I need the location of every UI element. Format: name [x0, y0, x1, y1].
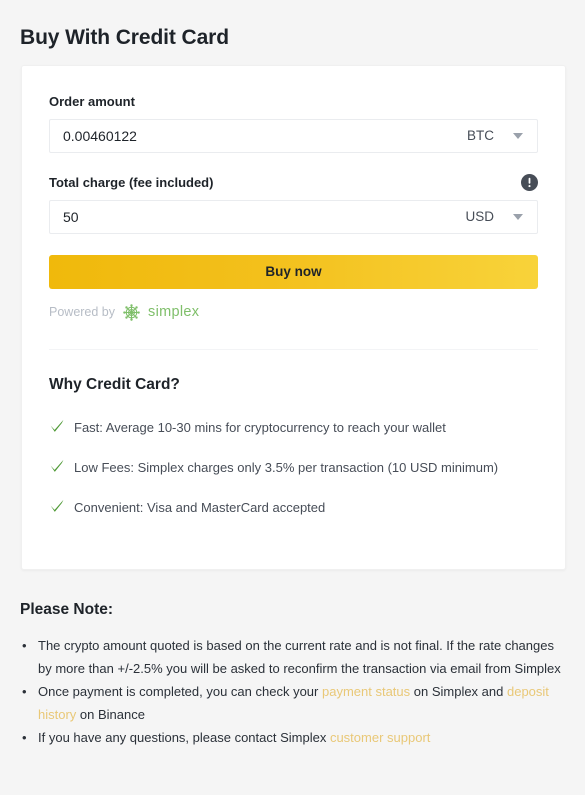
note-list-item: Once payment is completed, you can check… — [22, 680, 568, 726]
chevron-down-icon[interactable] — [513, 133, 523, 139]
buy-now-button[interactable]: Buy now — [49, 255, 538, 289]
order-amount-currency-label: BTC — [467, 128, 494, 143]
order-amount-currency-select[interactable]: BTC — [467, 128, 537, 144]
buy-with-credit-card-page: Buy With Credit Card Order amount BTC To… — [0, 0, 585, 795]
note-text: on Simplex and — [410, 684, 507, 699]
benefit-item: Convenient: Visa and MasterCard accepted — [49, 499, 538, 516]
powered-by-row: Powered by simplex — [49, 302, 538, 322]
note-text: on Binance — [76, 707, 145, 722]
why-credit-card-title: Why Credit Card? — [49, 376, 180, 393]
total-charge-currency-label: USD — [465, 209, 494, 224]
simplex-logo-icon — [122, 303, 141, 322]
benefit-text: Low Fees: Simplex charges only 3.5% per … — [74, 460, 499, 475]
note-list-item: The crypto amount quoted is based on the… — [22, 634, 568, 680]
order-amount-field[interactable]: BTC — [49, 119, 538, 153]
note-link[interactable]: customer support — [330, 730, 430, 745]
order-amount-label-row: Order amount — [49, 94, 538, 110]
page-title: Buy With Credit Card — [20, 26, 229, 50]
benefit-item: Low Fees: Simplex charges only 3.5% per … — [49, 459, 538, 476]
note-text: The crypto amount quoted is based on the… — [38, 638, 561, 676]
check-icon — [49, 419, 65, 434]
purchase-card: Order amount BTC Total charge (fee inclu… — [21, 65, 566, 570]
total-charge-label-row: Total charge (fee included) — [49, 174, 538, 191]
benefit-text: Convenient: Visa and MasterCard accepted — [74, 500, 326, 515]
check-icon — [49, 499, 65, 514]
benefit-text: Fast: Average 10-30 mins for cryptocurre… — [74, 420, 446, 435]
total-charge-currency-select[interactable]: USD — [465, 209, 537, 225]
order-amount-input[interactable] — [50, 120, 467, 152]
note-text: Once payment is completed, you can check… — [38, 684, 322, 699]
please-note-section: Please Note: The crypto amount quoted is… — [20, 600, 568, 749]
total-charge-field[interactable]: USD — [49, 200, 538, 234]
order-amount-label: Order amount — [49, 94, 135, 109]
info-icon[interactable] — [521, 174, 538, 191]
total-charge-input[interactable] — [50, 201, 466, 233]
note-list-item: If you have any questions, please contac… — [22, 726, 568, 749]
simplex-wordmark: simplex — [148, 304, 200, 320]
card-content: Order amount BTC Total charge (fee inclu… — [22, 66, 565, 516]
powered-by-label: Powered by — [49, 305, 116, 319]
please-note-title: Please Note: — [20, 601, 114, 618]
check-icon — [49, 459, 65, 474]
please-note-list: The crypto amount quoted is based on the… — [20, 634, 568, 749]
section-divider — [49, 349, 538, 350]
note-link[interactable]: payment status — [322, 684, 410, 699]
benefit-item: Fast: Average 10-30 mins for cryptocurre… — [49, 419, 538, 436]
note-text: If you have any questions, please contac… — [38, 730, 330, 745]
chevron-down-icon[interactable] — [513, 214, 523, 220]
total-charge-label: Total charge (fee included) — [49, 174, 214, 190]
